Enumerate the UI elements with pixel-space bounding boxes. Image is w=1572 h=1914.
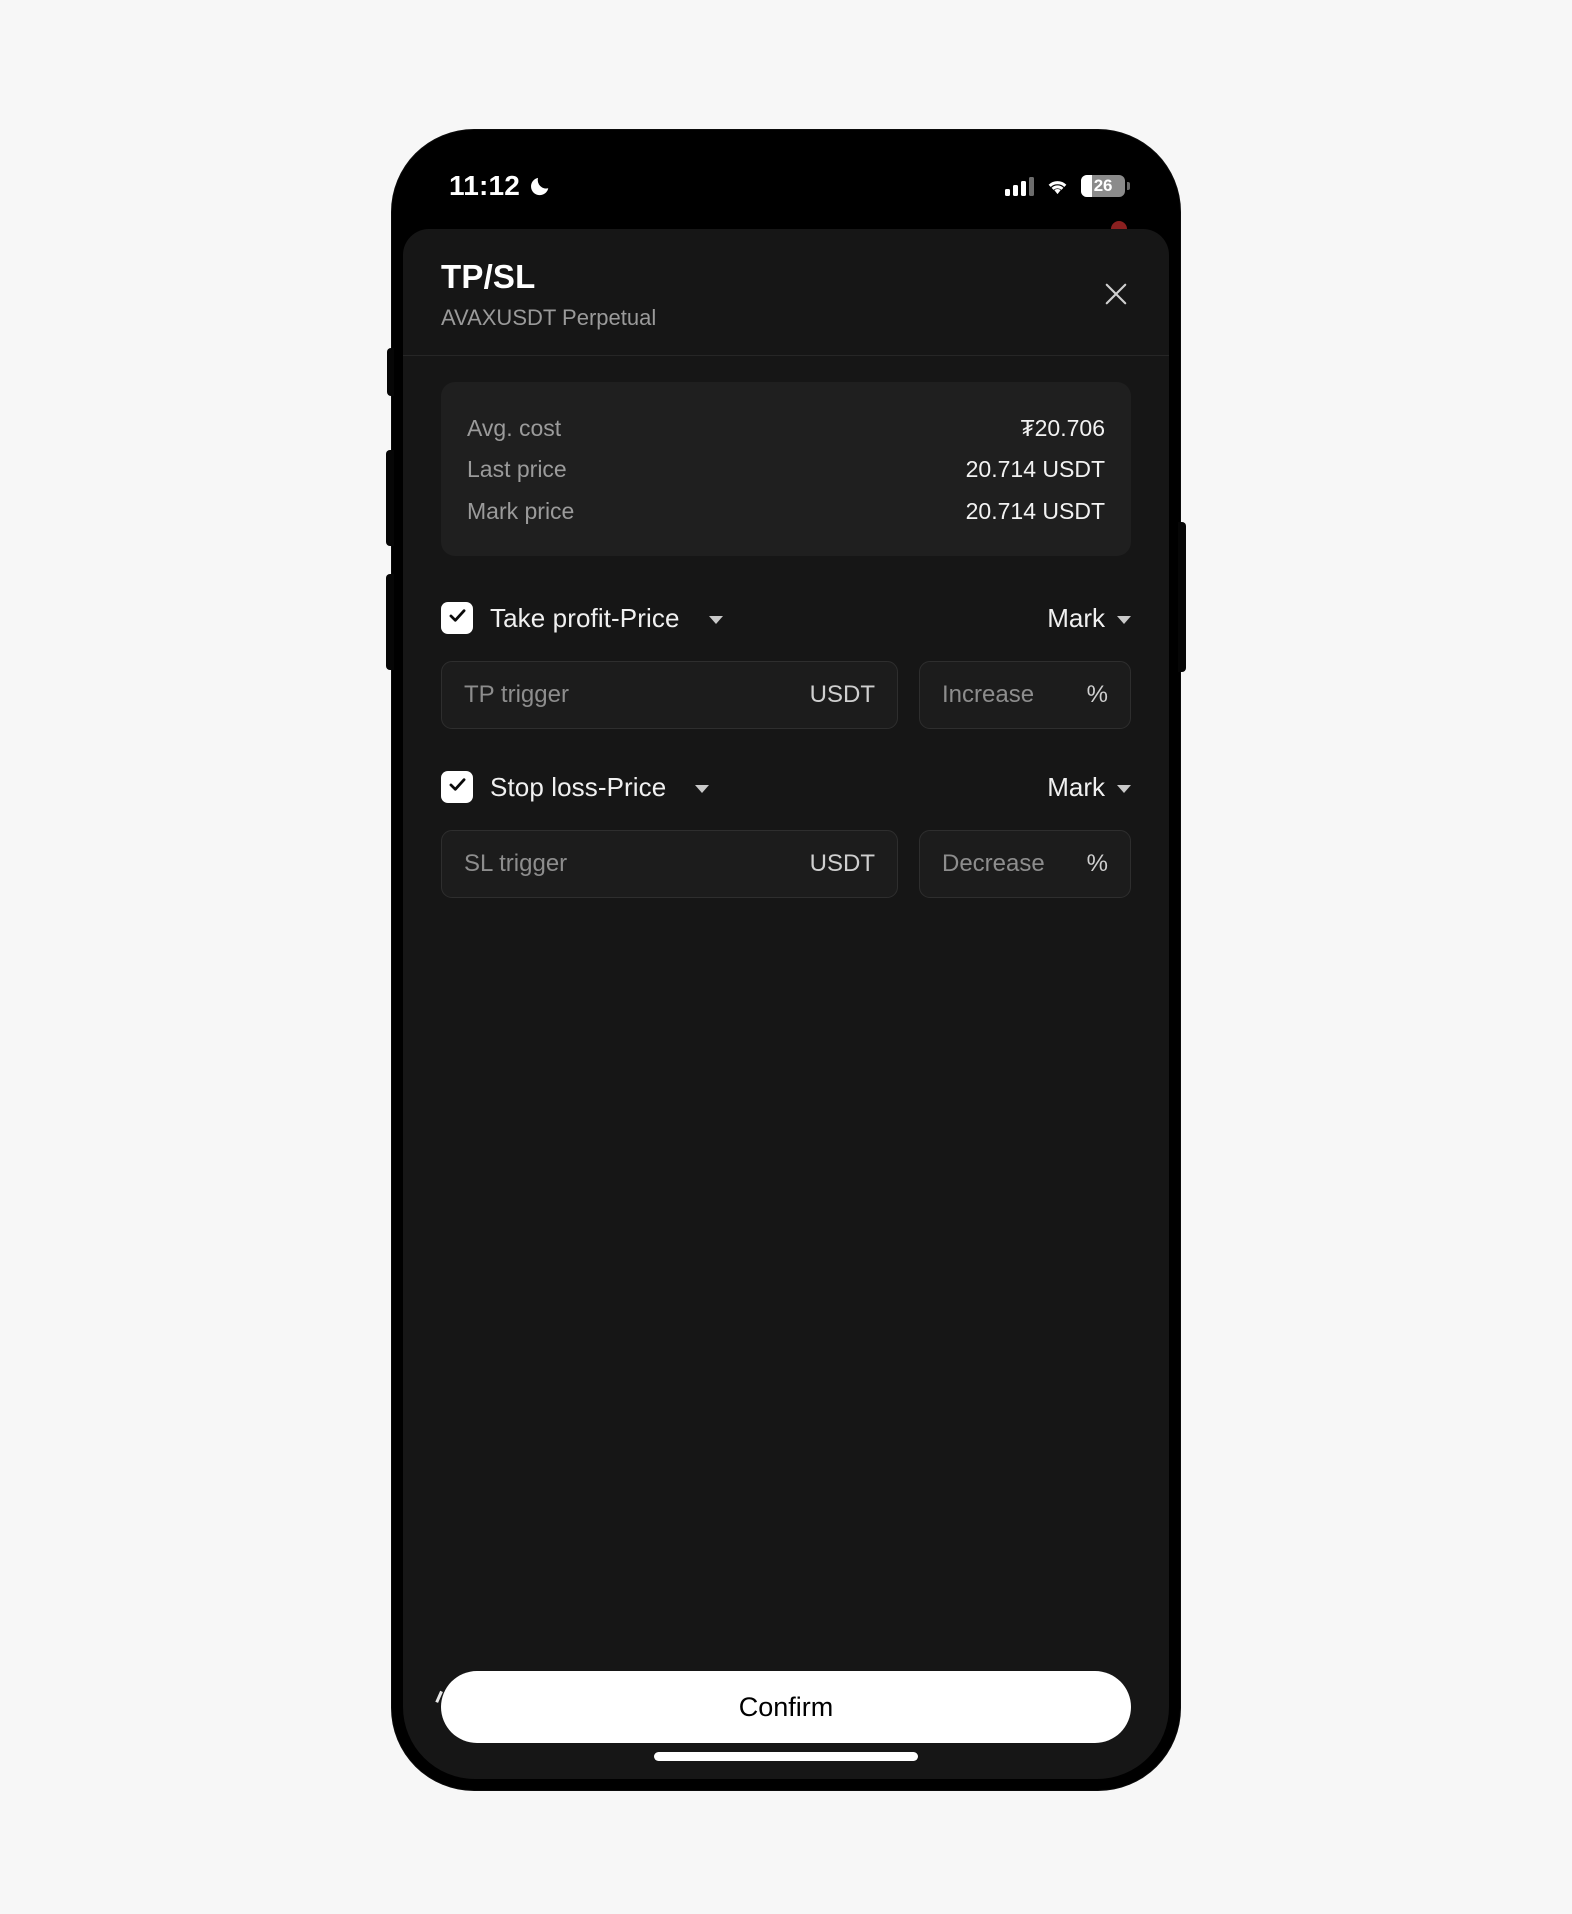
- checkmark-icon: [447, 774, 468, 800]
- wifi-icon: [1044, 176, 1071, 196]
- sl-percent-suffix: %: [1086, 850, 1108, 878]
- tp-percent-input[interactable]: Increase %: [919, 661, 1131, 730]
- stop-loss-header: Stop loss-Price Mark: [441, 765, 1131, 809]
- page-title: TP/SL: [441, 258, 536, 295]
- price-row-avg-cost: Avg. cost ₮20.706: [467, 408, 1105, 449]
- stop-loss-header-left: Stop loss-Price: [441, 771, 710, 804]
- price-summary-card: Avg. cost ₮20.706 Last price 20.714 USDT…: [441, 381, 1131, 557]
- stop-loss-source-label: Mark: [1047, 771, 1105, 802]
- chevron-down-icon: [1117, 785, 1131, 794]
- close-icon: [1101, 279, 1131, 314]
- sheet-footer: Confirm: [403, 1671, 1169, 1779]
- home-indicator[interactable]: [654, 1752, 918, 1761]
- sheet-header: TP/SL AVAXUSDT Perpetual: [403, 229, 1169, 356]
- volume-down-button[interactable]: [386, 574, 394, 670]
- chevron-down-icon[interactable]: [708, 616, 723, 625]
- take-profit-checkbox[interactable]: [441, 602, 473, 635]
- price-label: Last price: [467, 456, 567, 483]
- status-bar-left: 11:12: [449, 172, 551, 200]
- confirm-button[interactable]: Confirm: [441, 1671, 1131, 1743]
- sheet-body: Avg. cost ₮20.706 Last price 20.714 USDT…: [403, 356, 1169, 1671]
- stop-loss-label[interactable]: Stop loss-Price: [490, 772, 666, 803]
- cellular-signal-icon: [1005, 176, 1034, 196]
- phone-frame: 11:12 26 TP/SL AVAXUSDT Perpetual Avg. c…: [386, 130, 1186, 1790]
- battery-level-label: 26: [1093, 176, 1113, 195]
- price-value: 20.714 USDT: [965, 497, 1105, 524]
- tp-trigger-placeholder: TP trigger: [464, 681, 569, 709]
- tp-percent-suffix: %: [1086, 681, 1108, 709]
- take-profit-inputs: TP trigger USDT Increase %: [441, 661, 1131, 730]
- price-row-mark-price: Mark price 20.714 USDT: [467, 491, 1105, 532]
- volume-up-button[interactable]: [386, 450, 394, 546]
- battery-icon: 26: [1081, 175, 1130, 197]
- stop-loss-checkbox[interactable]: [441, 771, 473, 804]
- tp-trigger-suffix: USDT: [809, 681, 875, 709]
- silent-switch-button[interactable]: [387, 348, 394, 396]
- status-bar-right: 26: [1005, 175, 1130, 197]
- checkmark-icon: [447, 605, 468, 631]
- take-profit-group: Take profit-Price Mark TP trigger USDT I…: [441, 596, 1131, 730]
- stop-loss-inputs: SL trigger USDT Decrease %: [441, 830, 1131, 899]
- sl-trigger-suffix: USDT: [809, 850, 875, 878]
- price-label: Mark price: [467, 497, 575, 524]
- tpsl-bottom-sheet: TP/SL AVAXUSDT Perpetual Avg. cost ₮20.7…: [403, 229, 1169, 1779]
- sl-trigger-placeholder: SL trigger: [464, 850, 568, 878]
- stop-loss-group: Stop loss-Price Mark SL trigger USDT Dec…: [441, 765, 1131, 899]
- battery-cap: [1127, 182, 1130, 190]
- page-subtitle: AVAXUSDT Perpetual: [441, 304, 657, 330]
- chevron-down-icon: [1117, 616, 1131, 625]
- take-profit-source-dropdown[interactable]: Mark: [1047, 603, 1131, 634]
- take-profit-source-label: Mark: [1047, 602, 1105, 633]
- tp-percent-placeholder: Increase: [942, 681, 1035, 709]
- chevron-down-icon[interactable]: [695, 785, 710, 794]
- tp-trigger-input[interactable]: TP trigger USDT: [441, 661, 898, 730]
- status-bar: 11:12 26: [403, 141, 1169, 217]
- take-profit-label[interactable]: Take profit-Price: [490, 603, 680, 634]
- stop-loss-source-dropdown[interactable]: Mark: [1047, 772, 1131, 803]
- price-value: ₮20.706: [1020, 414, 1105, 441]
- power-button[interactable]: [1178, 522, 1186, 672]
- take-profit-header-left: Take profit-Price: [441, 602, 723, 635]
- phone-screen: 11:12 26 TP/SL AVAXUSDT Perpetual Avg. c…: [403, 141, 1169, 1779]
- price-value: 20.714 USDT: [965, 456, 1105, 483]
- sl-percent-input[interactable]: Decrease %: [919, 830, 1131, 899]
- take-profit-header: Take profit-Price Mark: [441, 596, 1131, 640]
- crescent-moon-icon: [529, 175, 551, 197]
- price-row-last-price: Last price 20.714 USDT: [467, 449, 1105, 490]
- sl-percent-placeholder: Decrease: [942, 850, 1045, 878]
- status-bar-clock: 11:12: [449, 170, 521, 201]
- sl-trigger-input[interactable]: SL trigger USDT: [441, 830, 898, 899]
- price-label: Avg. cost: [467, 414, 562, 441]
- close-button[interactable]: [1093, 273, 1139, 319]
